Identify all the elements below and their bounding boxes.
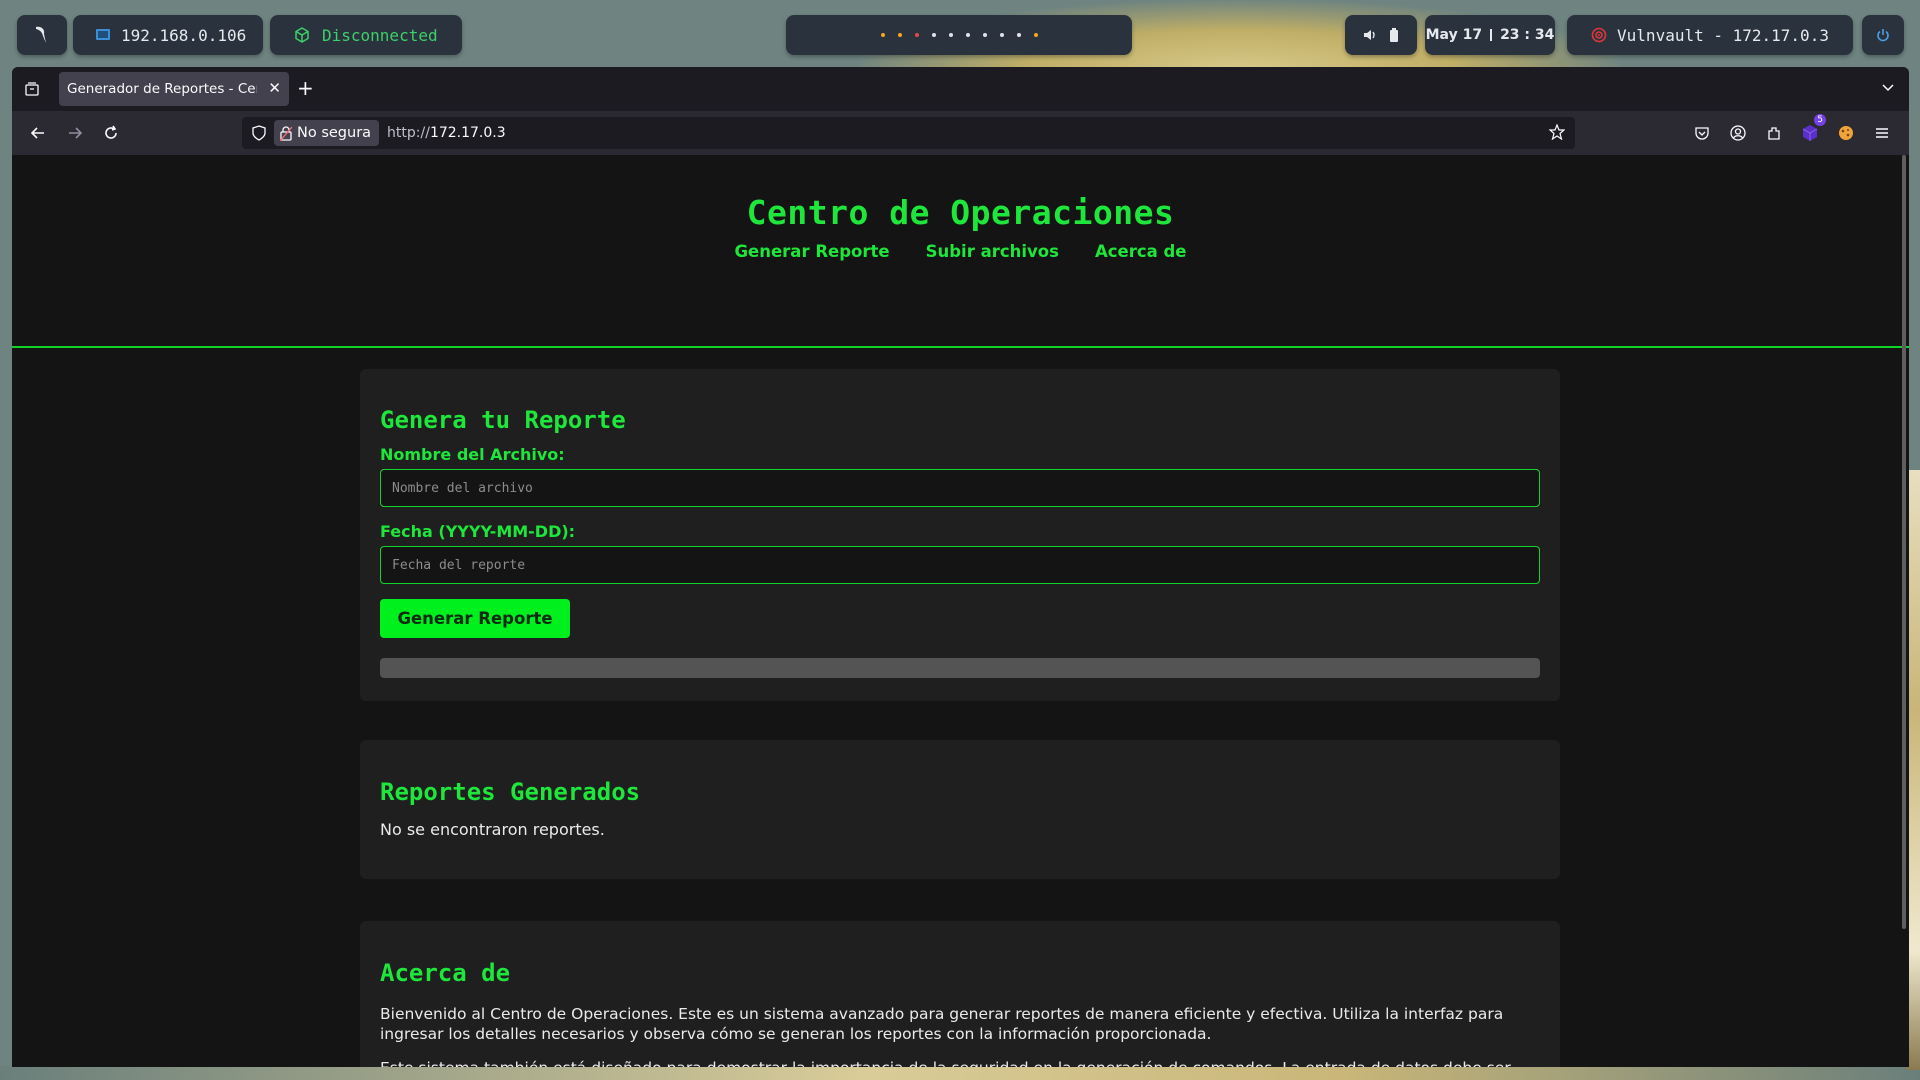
url-host: 172.17.0.3 (429, 125, 506, 141)
close-tab-icon[interactable]: ✕ (268, 79, 281, 97)
form-heading: Genera tu Reporte (380, 406, 626, 434)
account-icon[interactable] (1728, 123, 1748, 143)
site-security-indicator[interactable]: No segura (274, 120, 380, 146)
workspace-dot-1[interactable] (880, 33, 885, 37)
vpn-widget[interactable]: Disconnected (270, 15, 462, 55)
hamburger-menu-icon[interactable] (1872, 123, 1892, 143)
progress-bar (380, 658, 1540, 678)
security-label: No segura (297, 125, 372, 141)
browser-window: Generador de Reportes - Centro de Operac… (12, 67, 1909, 1067)
page-title: Centro de Operaciones (746, 193, 1175, 232)
address-bar[interactable]: No segura http://172.17.0.3 (242, 117, 1575, 149)
page-viewport: Centro de Operaciones Generar Reporte Su… (12, 155, 1909, 1067)
tab-list-button[interactable] (12, 67, 52, 111)
wallpaper-strip (0, 1066, 1920, 1080)
chevron-down-icon[interactable] (1881, 79, 1895, 98)
power-button[interactable] (1862, 15, 1904, 55)
bookmark-star-icon[interactable] (1548, 123, 1566, 144)
workspace-dot-8[interactable] (999, 33, 1004, 37)
reports-heading: Reportes Generados (380, 778, 641, 806)
nav-link-acerca-de[interactable]: Acerca de (1095, 242, 1187, 261)
extensions-icon[interactable] (1764, 123, 1784, 143)
launcher-button[interactable] (17, 15, 67, 55)
reports-card: Reportes Generados No se encontraron rep… (360, 740, 1560, 879)
kali-dragon-icon (32, 24, 52, 46)
cookie-extension-icon[interactable] (1836, 123, 1856, 143)
back-icon[interactable] (27, 122, 49, 144)
generate-report-button[interactable]: Generar Reporte (380, 599, 570, 638)
tab-title: Generador de Reportes - Centro de Operac… (67, 81, 257, 97)
site-header: Centro de Operaciones Generar Reporte Su… (12, 155, 1909, 348)
workspace-dot-10[interactable] (1033, 33, 1038, 37)
nav-link-generar-reporte[interactable]: Generar Reporte (735, 242, 890, 261)
cube-icon (294, 27, 310, 43)
target-icon (1591, 27, 1607, 43)
extension-cube-icon[interactable]: 5 (1800, 114, 1826, 143)
clock-widget[interactable]: May 17 23 : 34 (1425, 15, 1555, 55)
clock-date: May 17 (1425, 27, 1483, 43)
clock-separator-icon (1490, 29, 1493, 41)
pocket-icon[interactable] (1692, 123, 1712, 143)
workspace-dot-5[interactable] (948, 33, 953, 37)
tab-strip: Generador de Reportes - Centro de Operac… (12, 67, 1909, 111)
workspace-dot-2[interactable] (897, 33, 902, 37)
about-paragraph: Bienvenido al Centro de Operaciones. Est… (380, 1005, 1504, 1043)
url-scheme: http:// (387, 125, 430, 141)
workspace-dot-4[interactable] (931, 33, 936, 37)
about-card: Acerca de Bienvenido al Centro de Operac… (360, 921, 1560, 1067)
url-text[interactable]: http://172.17.0.3 (387, 125, 506, 141)
workspace-switcher[interactable] (786, 15, 1132, 55)
forward-icon[interactable] (64, 122, 86, 144)
workspace-dot-6[interactable] (965, 33, 970, 37)
nav-link-subir-archivos[interactable]: Subir archivos (926, 242, 1059, 261)
system-tray[interactable] (1345, 15, 1417, 55)
date-input[interactable]: Fecha del reporte (380, 546, 1540, 584)
target-label: Vulnvault - 172.17.0.3 (1617, 25, 1829, 45)
reload-icon[interactable] (100, 122, 122, 144)
volume-icon[interactable] (1363, 28, 1377, 42)
tab-list-icon (25, 82, 39, 96)
workspace-dot-9[interactable] (1016, 33, 1021, 37)
page-scrollbar[interactable] (1902, 155, 1906, 929)
site-nav: Generar Reporte Subir archivos Acerca de (12, 242, 1909, 261)
insecure-lock-icon (280, 125, 292, 141)
workspace-dot-7[interactable] (982, 33, 987, 37)
filename-label: Nombre del Archivo: (380, 445, 565, 464)
target-widget[interactable]: Vulnvault - 172.17.0.3 (1567, 15, 1853, 55)
browser-tab[interactable]: Generador de Reportes - Centro de Operac… (59, 72, 289, 106)
navigation-toolbar: No segura http://172.17.0.3 5 (12, 111, 1909, 155)
date-label: Fecha (YYYY-MM-DD): (380, 522, 576, 541)
ip-address: 192.168.0.106 (121, 25, 247, 45)
about-heading: Acerca de (380, 959, 511, 987)
tracking-shield-icon[interactable] (252, 124, 268, 142)
monitor-icon (95, 27, 111, 43)
workspace-dot-3[interactable] (914, 33, 919, 37)
filename-input[interactable]: Nombre del archivo (380, 469, 1540, 507)
reports-empty-text: No se encontraron reportes. (380, 820, 605, 839)
toolbar-icons: 5 (1692, 111, 1892, 155)
battery-icon[interactable] (1389, 28, 1399, 42)
vpn-status: Disconnected (322, 25, 438, 45)
about-paragraph: Este sistema también está diseñado para … (380, 1058, 1540, 1067)
new-tab-icon[interactable]: + (297, 76, 314, 100)
desktop-topbar: 192.168.0.106 Disconnected May 17 23 : 3… (0, 0, 1920, 68)
extension-badge: 5 (1814, 114, 1826, 126)
ip-widget[interactable]: 192.168.0.106 (73, 15, 263, 55)
report-form-card: Genera tu Reporte Nombre del Archivo: No… (360, 369, 1560, 701)
clock-time: 23 : 34 (1500, 27, 1555, 43)
power-icon (1876, 28, 1890, 42)
